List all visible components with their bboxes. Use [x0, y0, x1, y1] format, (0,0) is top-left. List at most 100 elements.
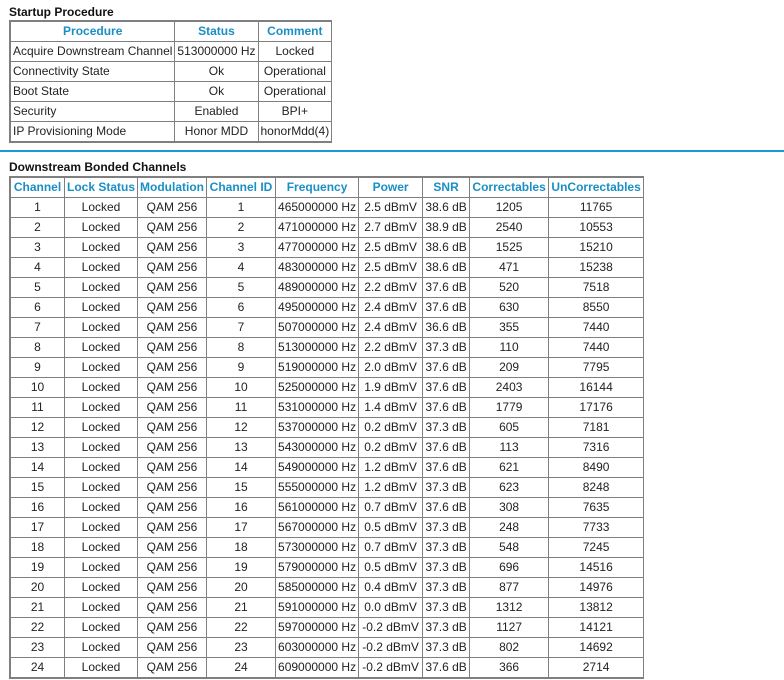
frequency-cell: 513000000 Hz: [276, 338, 360, 358]
correctables-cell: 366: [470, 658, 550, 678]
uncorrectables-cell: 15238: [549, 258, 644, 278]
lock-status-cell: Locked: [65, 598, 139, 618]
snr-cell: 37.3 dB: [423, 418, 471, 438]
channel-cell: 1: [11, 198, 65, 218]
modulation-cell: QAM 256: [138, 338, 208, 358]
uncorrectables-cell: 16144: [549, 378, 644, 398]
channel-id-cell: 10: [207, 378, 277, 398]
frequency-cell: 591000000 Hz: [276, 598, 360, 618]
lock-status-cell: Locked: [65, 458, 139, 478]
correctables-cell: 248: [470, 518, 550, 538]
comment-cell: honorMdd(4): [258, 122, 332, 142]
channel-id-cell: 21: [207, 598, 277, 618]
channel-id-cell: 5: [207, 278, 277, 298]
table-row: 20 Locked QAM 256 20 585000000 Hz 0.4 dBmV 37.…: [11, 578, 644, 598]
modulation-cell: QAM 256: [138, 238, 208, 258]
lock-status-cell: Locked: [65, 278, 139, 298]
uncorrectables-cell: 10553: [549, 218, 644, 238]
channel-id-cell: 4: [207, 258, 277, 278]
snr-cell: 37.6 dB: [423, 438, 471, 458]
power-cell: 0.4 dBmV: [359, 578, 424, 598]
correctables-cell: 110: [470, 338, 550, 358]
power-cell: 2.4 dBmV: [359, 298, 424, 318]
power-cell: -0.2 dBmV: [359, 618, 424, 638]
lock-status-cell: Locked: [65, 578, 139, 598]
snr-cell: 37.6 dB: [423, 658, 471, 678]
column-header-modulation: Modulation: [138, 178, 208, 198]
power-cell: 2.2 dBmV: [359, 278, 424, 298]
channel-id-cell: 6: [207, 298, 277, 318]
modulation-cell: QAM 256: [138, 458, 208, 478]
comment-cell: Operational: [258, 62, 332, 82]
table-row: Boot State Ok Operational: [11, 82, 332, 102]
power-cell: 2.4 dBmV: [359, 318, 424, 338]
correctables-cell: 113: [470, 438, 550, 458]
modulation-cell: QAM 256: [138, 298, 208, 318]
modulation-cell: QAM 256: [138, 578, 208, 598]
lock-status-cell: Locked: [65, 478, 139, 498]
snr-cell: 38.6 dB: [423, 198, 471, 218]
procedure-cell: IP Provisioning Mode: [11, 122, 176, 142]
lock-status-cell: Locked: [65, 338, 139, 358]
channel-cell: 11: [11, 398, 65, 418]
uncorrectables-cell: 2714: [549, 658, 644, 678]
frequency-cell: 507000000 Hz: [276, 318, 360, 338]
lock-status-cell: Locked: [65, 238, 139, 258]
table-row: 10 Locked QAM 256 10 525000000 Hz 1.9 dBmV 37.…: [11, 378, 644, 398]
frequency-cell: 549000000 Hz: [276, 458, 360, 478]
modulation-cell: QAM 256: [138, 278, 208, 298]
table-row: 7 Locked QAM 256 7 507000000 Hz 2.4 dBmV 36.6 …: [11, 318, 644, 338]
lock-status-cell: Locked: [65, 258, 139, 278]
status-cell: Enabled: [175, 102, 259, 122]
status-cell: 513000000 Hz: [175, 42, 259, 62]
uncorrectables-cell: 7518: [549, 278, 644, 298]
frequency-cell: 525000000 Hz: [276, 378, 360, 398]
frequency-cell: 567000000 Hz: [276, 518, 360, 538]
table-row: Connectivity State Ok Operational: [11, 62, 332, 82]
snr-cell: 37.6 dB: [423, 498, 471, 518]
frequency-cell: 477000000 Hz: [276, 238, 360, 258]
power-cell: 1.4 dBmV: [359, 398, 424, 418]
table-row: Acquire Downstream Channel 513000000 Hz Lo…: [11, 42, 332, 62]
channel-cell: 13: [11, 438, 65, 458]
column-header-snr: SNR: [423, 178, 471, 198]
comment-cell: Locked: [258, 42, 332, 62]
frequency-cell: 585000000 Hz: [276, 578, 360, 598]
frequency-cell: 555000000 Hz: [276, 478, 360, 498]
power-cell: 0.5 dBmV: [359, 518, 424, 538]
snr-cell: 37.6 dB: [423, 358, 471, 378]
power-cell: 0.5 dBmV: [359, 558, 424, 578]
power-cell: 0.7 dBmV: [359, 538, 424, 558]
lock-status-cell: Locked: [65, 318, 139, 338]
correctables-cell: 877: [470, 578, 550, 598]
column-header-channel: Channel: [11, 178, 65, 198]
frequency-cell: 519000000 Hz: [276, 358, 360, 378]
power-cell: -0.2 dBmV: [359, 658, 424, 678]
lock-status-cell: Locked: [65, 518, 139, 538]
downstream-bonded-channels-title: Downstream Bonded Channels: [9, 160, 187, 174]
frequency-cell: 609000000 Hz: [276, 658, 360, 678]
channel-cell: 8: [11, 338, 65, 358]
column-header-frequency: Frequency: [276, 178, 360, 198]
power-cell: 0.2 dBmV: [359, 438, 424, 458]
channel-cell: 19: [11, 558, 65, 578]
modulation-cell: QAM 256: [138, 258, 208, 278]
table-row: 5 Locked QAM 256 5 489000000 Hz 2.2 dBmV 37.6 …: [11, 278, 644, 298]
channel-cell: 10: [11, 378, 65, 398]
column-header-comment: Comment: [258, 22, 332, 42]
correctables-cell: 696: [470, 558, 550, 578]
lock-status-cell: Locked: [65, 658, 139, 678]
power-cell: 1.2 dBmV: [359, 458, 424, 478]
lock-status-cell: Locked: [65, 218, 139, 238]
channel-id-cell: 11: [207, 398, 277, 418]
correctables-cell: 2403: [470, 378, 550, 398]
snr-cell: 37.6 dB: [423, 278, 471, 298]
power-cell: 2.0 dBmV: [359, 358, 424, 378]
modulation-cell: QAM 256: [138, 658, 208, 678]
lock-status-cell: Locked: [65, 638, 139, 658]
table-row: 1 Locked QAM 256 1 465000000 Hz 2.5 dBmV 38.6 …: [11, 198, 644, 218]
modulation-cell: QAM 256: [138, 638, 208, 658]
lock-status-cell: Locked: [65, 358, 139, 378]
power-cell: 2.2 dBmV: [359, 338, 424, 358]
table-row: 14 Locked QAM 256 14 549000000 Hz 1.2 dBmV 37.…: [11, 458, 644, 478]
